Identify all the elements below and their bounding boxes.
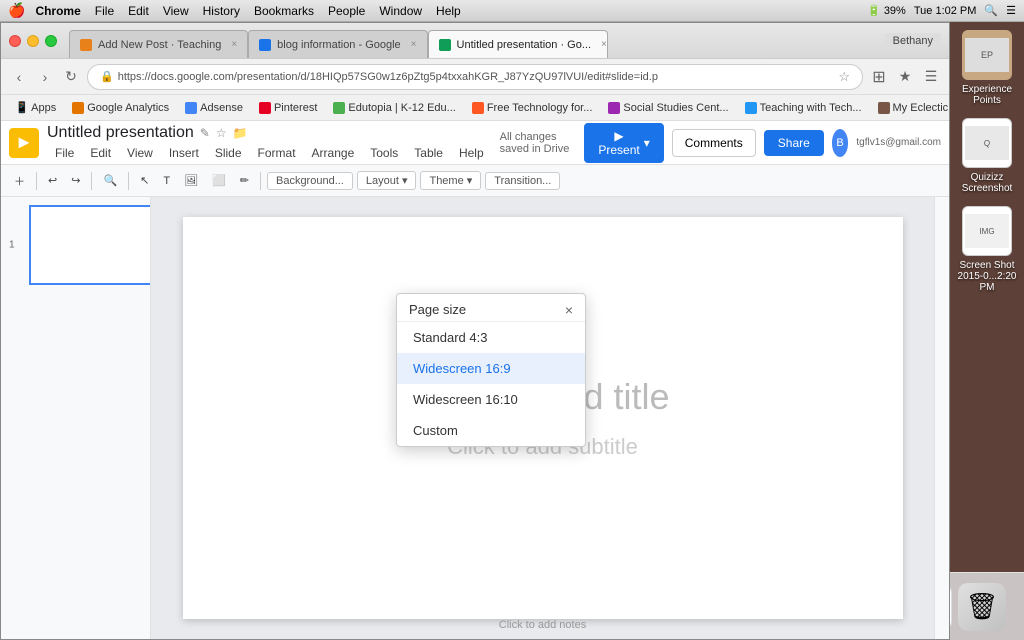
desktop-item-quizizz[interactable]: Q Quizizz Screenshot (957, 118, 1017, 194)
menu-view[interactable]: View (163, 4, 189, 18)
menu-window[interactable]: Window (379, 4, 422, 18)
desktop-icon-quizizz: Q (962, 118, 1012, 168)
menu-edit[interactable]: Edit (128, 4, 149, 18)
desktop-label-screenshot: Screen Shot 2015-0...2:20 PM (957, 260, 1017, 293)
dialog-overlay: Page size × Standard 4:3 Widescreen 16:9… (1, 121, 949, 639)
menu-people[interactable]: People (328, 4, 365, 18)
menu-history[interactable]: History (203, 4, 240, 18)
chrome-window: Add New Post · Teaching × blog informati… (0, 22, 950, 640)
mac-menu-items: Chrome File Edit View History Bookmarks … (35, 4, 460, 18)
menu-file[interactable]: File (95, 4, 114, 18)
option-custom[interactable]: Custom (397, 415, 585, 446)
menubar-right: 🔋 39% Tue 1:02 PM 🔍 ☰ (867, 4, 1016, 17)
battery-status: 🔋 39% (867, 4, 906, 17)
desktop-icon-experience: EP (962, 30, 1012, 80)
desktop-sidebar: EP Experience Points Q Quizizz Screensho… (950, 22, 1024, 422)
desktop-label-experience: Experience Points (957, 84, 1017, 106)
dialog-title: Page size (409, 302, 466, 317)
dialog-header: Page size × (397, 294, 585, 322)
desktop-item-screenshot[interactable]: IMG Screen Shot 2015-0...2:20 PM (957, 206, 1017, 293)
slides-app: ► Untitled presentation ✎ ☆ 📁 File Edit … (1, 121, 949, 639)
search-icon[interactable]: 🔍 (984, 4, 998, 17)
apple-icon[interactable]: 🍎 (8, 2, 25, 19)
mac-menubar: 🍎 Chrome File Edit View History Bookmark… (0, 0, 1024, 22)
option-widescreen-169[interactable]: Widescreen 16:9 (397, 353, 585, 384)
dialog-close-button[interactable]: × (565, 303, 573, 317)
desktop-label-quizizz: Quizizz Screenshot (957, 172, 1017, 194)
dock-trash[interactable]: 🗑 (958, 583, 1006, 631)
page-size-dialog: Page size × Standard 4:3 Widescreen 16:9… (396, 293, 586, 447)
menu-icon[interactable]: ☰ (1006, 4, 1016, 17)
clock: Tue 1:02 PM (914, 5, 977, 17)
menu-chrome[interactable]: Chrome (35, 4, 80, 18)
menu-bookmarks[interactable]: Bookmarks (254, 4, 314, 18)
desktop-icon-screenshot: IMG (962, 206, 1012, 256)
option-standard-43[interactable]: Standard 4:3 (397, 322, 585, 353)
menu-help[interactable]: Help (436, 4, 461, 18)
option-widescreen-1610[interactable]: Widescreen 16:10 (397, 384, 585, 415)
desktop-item-experience[interactable]: EP Experience Points (957, 30, 1017, 106)
